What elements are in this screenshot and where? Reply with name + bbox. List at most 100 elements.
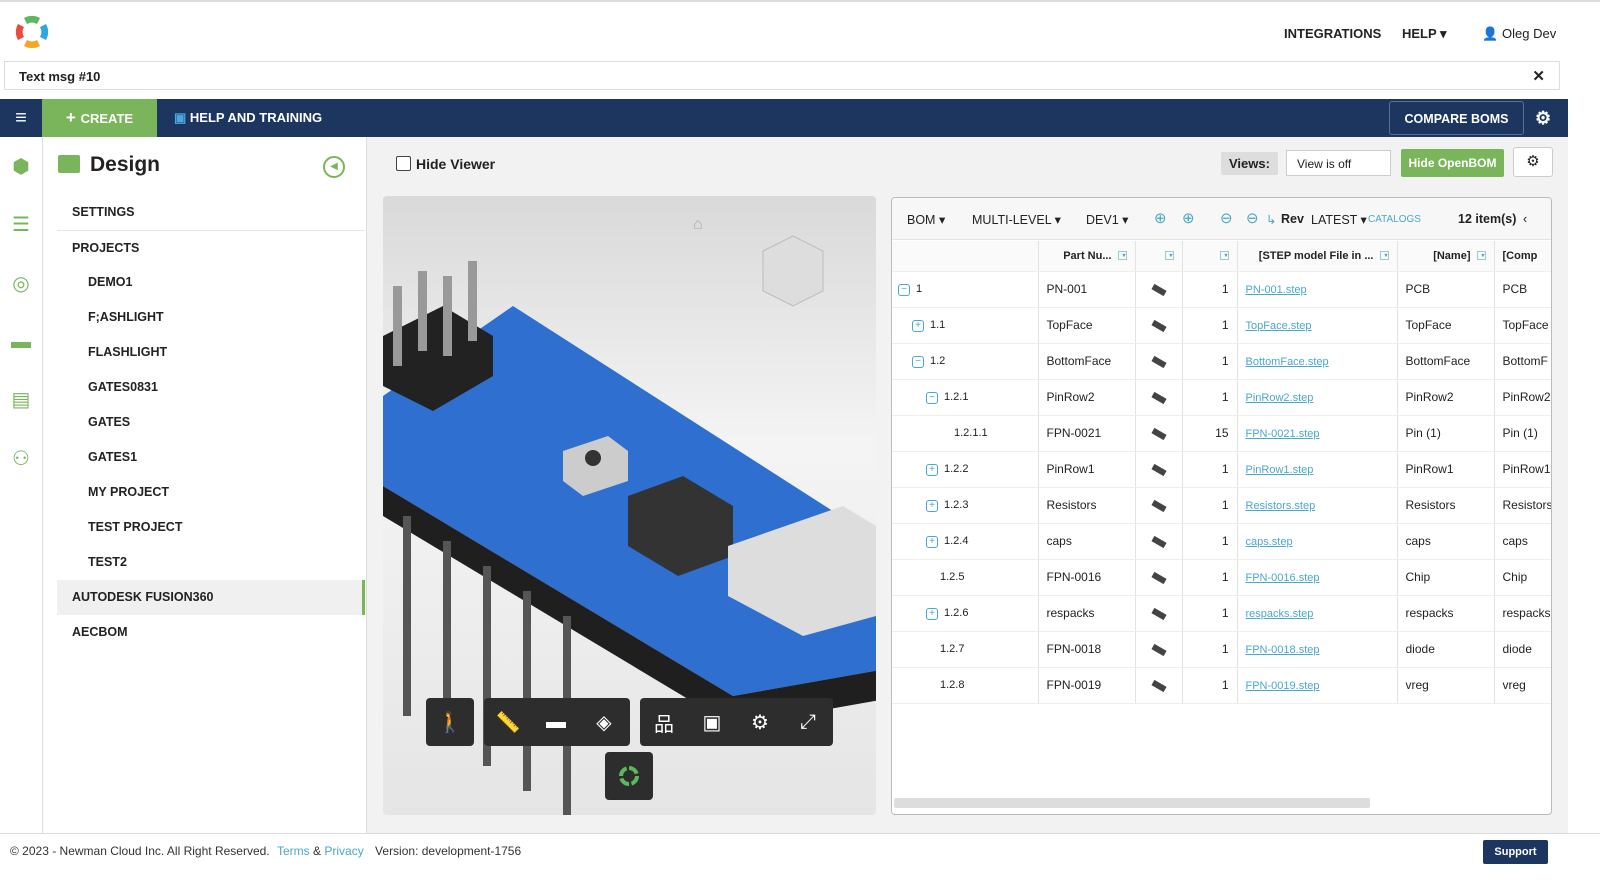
dev-dropdown[interactable]: DEV1 ▾ xyxy=(1086,212,1128,227)
folder-icon[interactable]: ▬ xyxy=(532,711,580,734)
chevron-left-icon[interactable]: ‹ xyxy=(1523,212,1527,226)
collapse-sidebar-icon[interactable]: ◀ xyxy=(323,156,345,178)
name-cell[interactable]: PinRow1 xyxy=(1397,451,1495,488)
table-row[interactable]: −1 PN-001 1 PN-001.step PCB PCB xyxy=(892,271,1551,308)
name-cell[interactable]: Resistors xyxy=(1397,487,1495,524)
name-cell[interactable]: PinRow2 xyxy=(1397,379,1495,416)
horizontal-scrollbar[interactable] xyxy=(894,798,1370,808)
home-icon[interactable]: ⌂ xyxy=(693,216,703,234)
compare-boms-button[interactable]: COMPARE BOMS xyxy=(1389,101,1524,135)
step-file-link[interactable]: Resistors.step xyxy=(1246,500,1316,512)
openbom-viewer-button[interactable] xyxy=(605,752,653,800)
component-cell[interactable]: PCB xyxy=(1494,271,1551,308)
filter-icon[interactable]: ▾ xyxy=(1117,251,1127,261)
name-cell[interactable]: TopFace xyxy=(1397,307,1495,344)
part-number-cell[interactable]: BottomFace xyxy=(1038,343,1136,380)
sidebar-item[interactable]: SETTINGS xyxy=(57,195,365,230)
sidebar-item[interactable]: AECBOM xyxy=(57,615,365,650)
sidebar-item[interactable]: PROJECTS xyxy=(57,230,365,265)
privacy-link[interactable]: Privacy xyxy=(324,844,363,858)
table-row[interactable]: −1.2 BottomFace 1 BottomFace.step BottomFace… xyxy=(892,343,1551,380)
sidebar-item[interactable]: GATES1 xyxy=(57,440,365,475)
person-icon[interactable]: 🚶 xyxy=(426,710,474,735)
step-file-link[interactable]: PN-001.step xyxy=(1246,284,1307,296)
arrow-right-icon[interactable]: ⊖ xyxy=(1246,209,1259,227)
bom-dropdown[interactable]: BOM ▾ xyxy=(907,212,945,227)
column-header[interactable]: [Comp xyxy=(1494,241,1551,272)
sidebar-item[interactable]: AUTODESK FUSION360 xyxy=(57,580,365,615)
part-number-cell[interactable]: FPN-0021 xyxy=(1038,415,1136,452)
component-cell[interactable]: caps xyxy=(1494,523,1551,560)
part-number-cell[interactable]: Resistors xyxy=(1038,487,1136,524)
expand-icon[interactable]: + xyxy=(926,463,938,476)
ruler-icon[interactable]: 📏 xyxy=(484,710,532,735)
sidebar-item[interactable]: GATES xyxy=(57,405,365,440)
quantity-cell[interactable]: 1 xyxy=(1182,343,1238,380)
column-header[interactable] xyxy=(892,241,1039,272)
part-number-cell[interactable]: TopFace xyxy=(1038,307,1136,344)
list-tree-icon[interactable]: ☰ xyxy=(9,213,33,237)
sidebar-item[interactable]: MY PROJECT xyxy=(57,475,365,510)
arrow-left-icon[interactable]: ⊖ xyxy=(1220,209,1233,227)
expand-icon[interactable]: + xyxy=(912,319,924,332)
views-select[interactable]: View is off xyxy=(1286,150,1391,176)
step-file-link[interactable]: PinRow1.step xyxy=(1246,464,1314,476)
component-cell[interactable]: PinRow2 xyxy=(1494,379,1551,416)
table-row[interactable]: 1.2.5 FPN-0016 1 FPN-0016.step Chip Chip xyxy=(892,559,1551,596)
component-cell[interactable]: PinRow1 xyxy=(1494,451,1551,488)
collapse-icon[interactable]: − xyxy=(926,391,938,404)
part-number-cell[interactable]: PN-001 xyxy=(1038,271,1136,308)
catalogs-link[interactable]: CATALOGS xyxy=(1368,214,1421,225)
close-icon[interactable]: ✕ xyxy=(1532,67,1545,85)
part-number-cell[interactable]: FPN-0016 xyxy=(1038,559,1136,596)
table-icon[interactable]: ▤ xyxy=(9,388,33,412)
folder-icon[interactable]: ▬ xyxy=(9,330,33,354)
table-row[interactable]: +1.2.3 Resistors 1 Resistors.step Resistors R… xyxy=(892,487,1551,524)
user-menu[interactable]: Oleg Dev xyxy=(1502,26,1556,41)
step-file-link[interactable]: respacks.step xyxy=(1246,608,1314,620)
filter-icon[interactable]: ▾ xyxy=(1219,251,1229,261)
component-cell[interactable]: diode xyxy=(1494,631,1551,668)
quantity-cell[interactable]: 1 xyxy=(1182,595,1238,632)
create-button[interactable]: + CREATE xyxy=(42,99,157,137)
arrow-up-icon[interactable]: ⊕ xyxy=(1154,209,1167,227)
name-cell[interactable]: vreg xyxy=(1397,667,1495,704)
level-dropdown[interactable]: MULTI-LEVEL ▾ xyxy=(972,212,1061,227)
quantity-cell[interactable]: 1 xyxy=(1182,487,1238,524)
hierarchy-icon[interactable]: 品 xyxy=(640,708,688,737)
name-cell[interactable]: Pin (1) xyxy=(1397,415,1495,452)
component-cell[interactable]: vreg xyxy=(1494,667,1551,704)
name-cell[interactable]: respacks xyxy=(1397,595,1495,632)
hamburger-icon[interactable]: ≡ xyxy=(0,99,42,137)
expand-icon[interactable]: + xyxy=(926,607,938,620)
sidebar-item[interactable]: GATES0831 xyxy=(57,370,365,405)
target-icon[interactable]: ◎ xyxy=(9,272,33,296)
table-row[interactable]: −1.2.1 PinRow2 1 PinRow2.step PinRow2 PinRow2 xyxy=(892,379,1551,416)
quantity-cell[interactable]: 15 xyxy=(1182,415,1238,452)
filter-icon[interactable]: ▾ xyxy=(1164,251,1174,261)
part-number-cell[interactable]: FPN-0018 xyxy=(1038,631,1136,668)
component-cell[interactable]: Chip xyxy=(1494,559,1551,596)
expand-icon[interactable]: + xyxy=(926,499,938,512)
help-training-button[interactable]: ▣ HELP AND TRAINING xyxy=(174,99,322,137)
component-cell[interactable]: BottomF xyxy=(1494,343,1551,380)
hexagon-icon[interactable]: ⬢ xyxy=(9,155,33,179)
hide-openbom-button[interactable]: Hide OpenBOM xyxy=(1401,149,1504,177)
quantity-cell[interactable]: 1 xyxy=(1182,307,1238,344)
part-number-cell[interactable]: respacks xyxy=(1038,595,1136,632)
name-cell[interactable]: PCB xyxy=(1397,271,1495,308)
settings-icon[interactable]: ⚙ xyxy=(736,710,784,735)
arrow-down-icon[interactable]: ⊕ xyxy=(1182,209,1195,227)
collapse-icon[interactable]: − xyxy=(912,355,924,368)
step-file-link[interactable]: FPN-0018.step xyxy=(1246,644,1320,656)
properties-icon[interactable]: ▣ xyxy=(688,710,736,735)
column-header[interactable]: ▾ xyxy=(1135,241,1183,272)
rev-dropdown[interactable]: LATEST ▾ xyxy=(1311,212,1367,227)
part-number-cell[interactable]: PinRow1 xyxy=(1038,451,1136,488)
support-button[interactable]: Support xyxy=(1483,840,1548,864)
part-number-cell[interactable]: PinRow2 xyxy=(1038,379,1136,416)
quantity-cell[interactable]: 1 xyxy=(1182,451,1238,488)
table-row[interactable]: +1.2.4 caps 1 caps.step caps caps xyxy=(892,523,1551,560)
component-cell[interactable]: TopFace xyxy=(1494,307,1551,344)
settings-gears-icon[interactable]: ⚙ xyxy=(1513,147,1553,177)
